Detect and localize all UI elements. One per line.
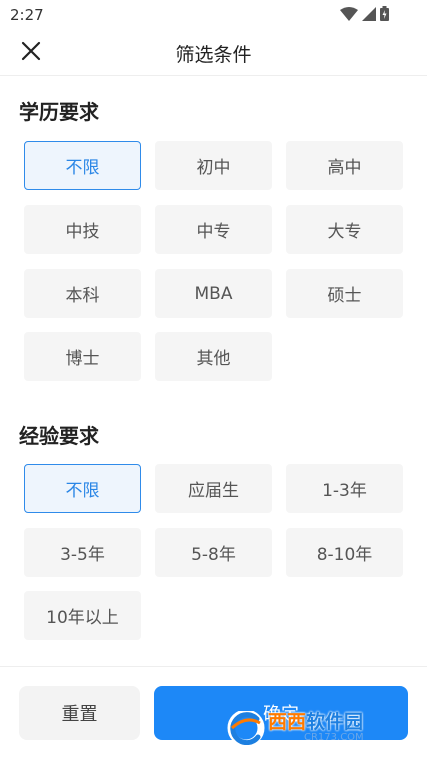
education-option-vocational-school[interactable]: 中专: [155, 205, 272, 254]
education-option-junior-high[interactable]: 初中: [155, 141, 272, 190]
experience-option-3-5-years[interactable]: 3-5年: [24, 528, 141, 577]
status-bar: 2:27: [0, 0, 427, 30]
watermark-text: 西西软件园 CR173.COM: [268, 712, 364, 744]
experience-section-title: 经验要求: [19, 424, 99, 448]
watermark-logo-icon: [226, 709, 266, 747]
status-time: 2:27: [10, 6, 44, 24]
experience-option-1-3-years[interactable]: 1-3年: [286, 464, 403, 513]
education-option-other[interactable]: 其他: [155, 332, 272, 381]
footer-divider: [0, 666, 427, 667]
experience-option-new-graduate[interactable]: 应届生: [155, 464, 272, 513]
education-section-title: 学历要求: [19, 100, 99, 124]
watermark: 西西软件园 CR173.COM: [226, 708, 410, 748]
education-option-high-school[interactable]: 高中: [286, 141, 403, 190]
watermark-text-orange: 西西: [268, 711, 307, 733]
battery-icon: [380, 5, 389, 25]
experience-option-5-8-years[interactable]: 5-8年: [155, 528, 272, 577]
education-option-technical-school[interactable]: 中技: [24, 205, 141, 254]
status-icons: [340, 5, 389, 25]
education-option-bachelor[interactable]: 本科: [24, 269, 141, 318]
page-title: 筛选条件: [175, 44, 252, 66]
education-option-mba[interactable]: MBA: [155, 269, 272, 318]
watermark-text-blue: 软件园: [306, 711, 364, 733]
watermark-subtext: CR173.COM: [304, 732, 364, 743]
header: 筛选条件: [0, 30, 427, 76]
education-option-unlimited[interactable]: 不限: [24, 141, 141, 190]
education-option-doctorate[interactable]: 博士: [24, 332, 141, 381]
experience-option-unlimited[interactable]: 不限: [24, 464, 141, 513]
experience-option-8-10-years[interactable]: 8-10年: [286, 528, 403, 577]
education-option-master[interactable]: 硕士: [286, 269, 403, 318]
reset-button[interactable]: 重置: [19, 686, 140, 740]
wifi-icon: [340, 6, 358, 25]
education-option-junior-college[interactable]: 大专: [286, 205, 403, 254]
cellular-signal-icon: [362, 6, 376, 25]
experience-option-10-plus-years[interactable]: 10年以上: [24, 591, 141, 640]
